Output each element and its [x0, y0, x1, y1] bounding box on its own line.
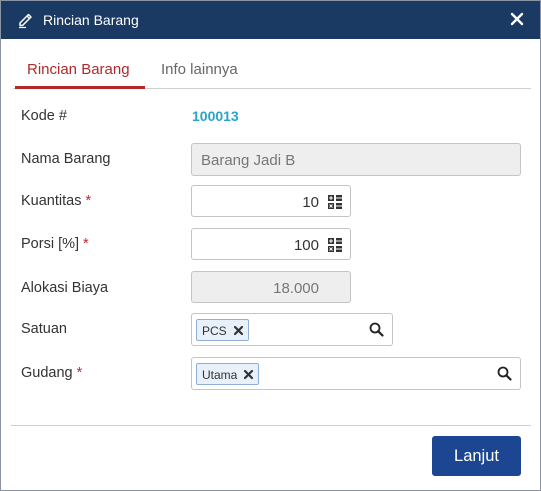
nama-barang-label: Nama Barang	[21, 151, 111, 167]
required-mark: *	[85, 193, 92, 209]
item-detail-dialog: Rincian Barang Rincian Barang Info lainn…	[0, 0, 541, 491]
kode-value: 100013	[192, 108, 239, 124]
nama-barang-field: Barang Jadi B	[191, 143, 521, 176]
kuantitas-label: Kuantitas *	[21, 193, 92, 209]
gudang-label: Gudang *	[21, 365, 83, 381]
calculator-icon[interactable]	[328, 195, 342, 209]
kuantitas-value: 10	[302, 194, 319, 211]
next-button[interactable]: Lanjut	[432, 436, 521, 476]
calculator-icon[interactable]	[328, 238, 342, 252]
remove-tag-icon[interactable]	[243, 369, 254, 380]
gudang-select[interactable]: Utama	[191, 357, 521, 390]
kode-label: Kode #	[21, 108, 67, 124]
porsi-value: 100	[293, 237, 319, 254]
required-mark: *	[76, 365, 83, 381]
pencil-edit-icon	[19, 13, 32, 29]
gudang-tag: Utama	[196, 363, 260, 385]
active-tab-indicator	[15, 86, 145, 89]
remove-tag-icon[interactable]	[233, 325, 244, 336]
footer-divider	[11, 425, 531, 426]
tab-info-lainnya[interactable]: Info lainnya	[161, 61, 238, 78]
search-icon[interactable]	[497, 366, 512, 381]
search-icon[interactable]	[369, 322, 384, 337]
satuan-tag: PCS	[196, 319, 249, 341]
porsi-label: Porsi [%] *	[21, 236, 89, 252]
alokasi-biaya-field: 18.000	[191, 271, 351, 303]
kuantitas-input[interactable]: 10	[191, 185, 351, 217]
satuan-label: Satuan	[21, 321, 67, 337]
porsi-input[interactable]: 100	[191, 228, 351, 260]
dialog-title: Rincian Barang	[43, 12, 139, 28]
close-icon[interactable]	[508, 10, 526, 28]
satuan-select[interactable]: PCS	[191, 313, 393, 346]
tab-rincian-barang[interactable]: Rincian Barang	[27, 61, 130, 78]
nama-barang-value: Barang Jadi B	[201, 152, 296, 169]
alokasi-biaya-label: Alokasi Biaya	[21, 280, 109, 296]
alokasi-biaya-value: 18.000	[273, 280, 319, 297]
dialog-titlebar: Rincian Barang	[1, 1, 540, 39]
tab-bar: Rincian Barang Info lainnya	[13, 51, 531, 89]
required-mark: *	[83, 236, 89, 252]
